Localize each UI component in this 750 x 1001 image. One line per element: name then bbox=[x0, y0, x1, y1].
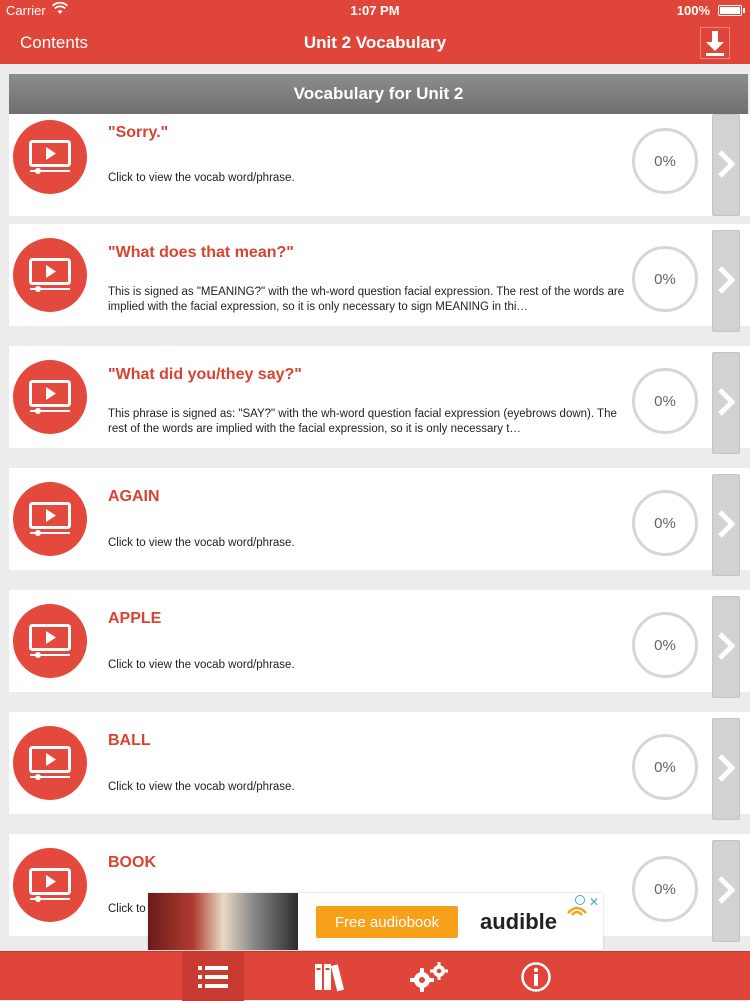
download-button[interactable] bbox=[700, 27, 730, 59]
section-header-title: Vocabulary for Unit 2 bbox=[293, 84, 464, 103]
vocab-word: "Sorry." bbox=[108, 124, 169, 141]
video-thumbnail[interactable] bbox=[13, 482, 87, 556]
video-player-icon bbox=[29, 140, 71, 174]
download-icon bbox=[706, 31, 724, 56]
vocab-description: Click to view the vocab word/phrase. bbox=[108, 537, 295, 549]
section-header: Vocabulary for Unit 2 bbox=[9, 74, 748, 114]
info-icon bbox=[521, 961, 551, 992]
vocab-word: BALL bbox=[108, 732, 151, 749]
vocab-description: This is signed as "MEANING?" with the wh… bbox=[108, 286, 625, 313]
tab-settings[interactable] bbox=[398, 952, 460, 1001]
clock: 1:07 PM bbox=[350, 3, 400, 18]
progress-indicator: 0% bbox=[632, 612, 698, 678]
books-icon bbox=[315, 963, 345, 991]
vocab-row[interactable]: AGAIN Click to view the vocab word/phras… bbox=[9, 468, 750, 576]
progress-indicator: 0% bbox=[632, 734, 698, 800]
battery-tip bbox=[743, 8, 745, 13]
row-disclosure-button[interactable] bbox=[712, 230, 740, 332]
chevron-right-icon bbox=[718, 150, 735, 178]
battery-percent: 100% bbox=[676, 3, 710, 18]
chevron-right-icon bbox=[718, 876, 735, 904]
settings-gears-icon bbox=[410, 961, 448, 992]
ad-brand-logo: audible bbox=[480, 909, 558, 934]
tab-library[interactable] bbox=[299, 952, 361, 1001]
ad-cta-button[interactable]: Free audiobook bbox=[316, 906, 458, 938]
tab-bar bbox=[0, 951, 750, 1001]
vocab-description: Click to view the vocab word/phrase. bbox=[108, 172, 295, 184]
row-disclosure-button[interactable] bbox=[712, 352, 740, 454]
progress-indicator: 0% bbox=[632, 246, 698, 312]
chevron-right-icon bbox=[718, 754, 735, 782]
progress-indicator: 0% bbox=[632, 856, 698, 922]
nav-bar: Contents Unit 2 Vocabulary bbox=[0, 22, 750, 64]
progress-indicator: 0% bbox=[632, 368, 698, 434]
vocab-word: "What does that mean?" bbox=[108, 244, 294, 261]
row-disclosure-button[interactable] bbox=[712, 474, 740, 576]
progress-indicator: 0% bbox=[632, 490, 698, 556]
row-disclosure-button[interactable] bbox=[712, 718, 740, 820]
tab-list[interactable] bbox=[182, 952, 244, 1001]
video-player-icon bbox=[29, 624, 71, 658]
video-player-icon bbox=[29, 258, 71, 292]
row-disclosure-button[interactable] bbox=[712, 840, 740, 942]
status-bar: Carrier 1:07 PM 100% bbox=[0, 0, 750, 22]
vocab-row[interactable]: BALL Click to view the vocab word/phrase… bbox=[9, 712, 750, 820]
battery-icon bbox=[718, 5, 742, 16]
list-icon bbox=[198, 965, 228, 988]
video-player-icon bbox=[29, 502, 71, 536]
vocab-row[interactable]: "What did you/they say?" This phrase is … bbox=[9, 346, 750, 454]
row-disclosure-button[interactable] bbox=[712, 114, 740, 216]
video-thumbnail[interactable] bbox=[13, 604, 87, 678]
video-thumbnail[interactable] bbox=[13, 360, 87, 434]
video-player-icon bbox=[29, 746, 71, 780]
progress-indicator: 0% bbox=[632, 128, 698, 194]
vocab-word: APPLE bbox=[108, 610, 162, 627]
vocab-description: Click to view the vocab word/phrase. bbox=[108, 781, 295, 793]
chevron-right-icon bbox=[718, 632, 735, 660]
ad-banner[interactable]: Free audiobook audible ✕ bbox=[148, 893, 603, 950]
ad-book-covers-image bbox=[148, 893, 298, 950]
tab-info[interactable] bbox=[505, 952, 567, 1001]
chevron-right-icon bbox=[718, 510, 735, 538]
vocab-word: BOOK bbox=[108, 854, 156, 871]
vocab-row[interactable]: "Sorry." Click to view the vocab word/ph… bbox=[9, 114, 750, 216]
video-player-icon bbox=[29, 868, 71, 902]
video-thumbnail[interactable] bbox=[13, 238, 87, 312]
video-thumbnail[interactable] bbox=[13, 120, 87, 194]
vocab-row[interactable]: APPLE Click to view the vocab word/phras… bbox=[9, 590, 750, 698]
row-disclosure-button[interactable] bbox=[712, 596, 740, 698]
vocab-word: AGAIN bbox=[108, 488, 160, 505]
video-thumbnail[interactable] bbox=[13, 726, 87, 800]
video-player-icon bbox=[29, 380, 71, 414]
vocab-list: "Sorry." Click to view the vocab word/ph… bbox=[9, 114, 750, 956]
page-title: Unit 2 Vocabulary bbox=[303, 33, 447, 52]
vocab-word: "What did you/they say?" bbox=[108, 366, 302, 383]
vocab-description: Click to view the vocab word/phrase. bbox=[108, 659, 295, 671]
chevron-right-icon bbox=[718, 388, 735, 416]
video-thumbnail[interactable] bbox=[13, 848, 87, 922]
vocab-description: This phrase is signed as: "SAY?" with th… bbox=[108, 408, 617, 435]
chevron-right-icon bbox=[718, 266, 735, 294]
ad-close-icon[interactable]: ✕ bbox=[589, 895, 599, 909]
ad-info-icon[interactable] bbox=[575, 895, 585, 905]
vocab-row[interactable]: "What does that mean?" This is signed as… bbox=[9, 224, 750, 332]
